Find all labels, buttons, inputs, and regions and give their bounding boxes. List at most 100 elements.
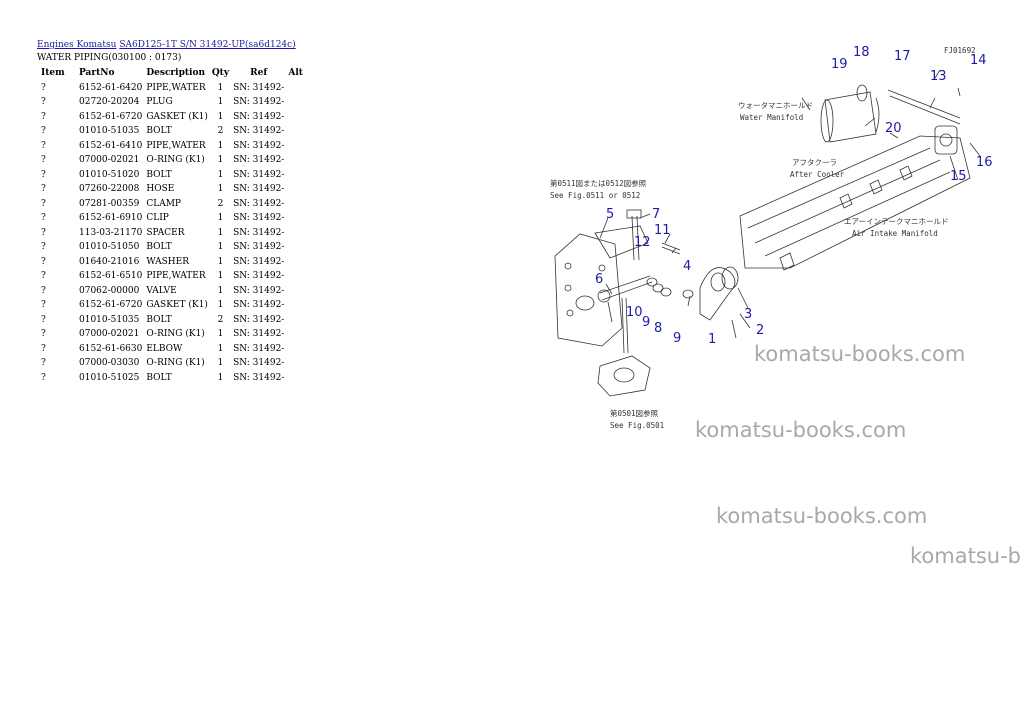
cell-ref: SN: 31492- bbox=[233, 169, 285, 180]
cell-alt bbox=[286, 211, 310, 226]
cell-description: GASKET (K1) bbox=[146, 111, 208, 122]
cell-qty: 1 bbox=[217, 111, 224, 122]
cell-item: ? bbox=[41, 97, 46, 107]
callout-number: 2 bbox=[756, 323, 764, 338]
col-partno: PartNo bbox=[79, 68, 115, 78]
watermark-1: komatsu-books.com bbox=[754, 342, 966, 366]
callout-number: 11 bbox=[654, 223, 671, 238]
cell-item: ? bbox=[41, 82, 46, 93]
table-row: ? 07260-22008 HOSE 1 SN: 31492- bbox=[37, 182, 310, 197]
parts-diagram: FJ01692 ウォータマニホールド Water Manifold アフタクーラ… bbox=[540, 38, 993, 430]
cell-description: GASKET (K1) bbox=[146, 300, 208, 310]
cell-ref: SN: 31492- bbox=[233, 82, 285, 93]
table-row: ? 07281-00359 CLAMP 2 SN: 31492- bbox=[37, 197, 310, 212]
cell-description: PIPE,WATER bbox=[146, 140, 206, 151]
cell-partno: 07000-03030 bbox=[79, 358, 140, 368]
cell-alt bbox=[286, 153, 310, 168]
table-row: ? 6152-61-6420 PIPE,WATER 1 SN: 31492- bbox=[37, 81, 310, 96]
table-row: ? 01640-21016 WASHER 1 SN: 31492- bbox=[37, 255, 310, 270]
cell-qty: 1 bbox=[217, 300, 224, 310]
cell-qty: 1 bbox=[217, 358, 224, 368]
callout-number: 15 bbox=[950, 169, 967, 184]
cell-item: ? bbox=[41, 227, 46, 238]
table-row: ? 6152-61-6410 PIPE,WATER 1 SN: 31492- bbox=[37, 139, 310, 154]
cell-ref: SN: 31492- bbox=[233, 256, 285, 267]
cell-ref: SN: 31492- bbox=[233, 242, 285, 252]
cell-qty: 1 bbox=[217, 169, 224, 180]
cell-qty: 1 bbox=[217, 97, 224, 107]
cell-description: O-RING (K1) bbox=[146, 329, 205, 339]
cell-alt bbox=[286, 182, 310, 197]
cell-partno: 6152-61-6720 bbox=[79, 300, 143, 310]
cell-qty: 1 bbox=[217, 256, 224, 267]
breadcrumb-link-model[interactable]: SA6D125-1T S/N 31492-UP(sa6d124c) bbox=[119, 40, 295, 50]
cell-qty: 1 bbox=[217, 82, 224, 93]
cell-partno: 01010-51020 bbox=[79, 169, 140, 180]
cell-description: O-RING (K1) bbox=[146, 358, 205, 368]
cell-qty: 1 bbox=[217, 271, 224, 281]
cell-alt bbox=[286, 95, 310, 110]
table-row: ? 01010-51020 BOLT 1 SN: 31492- bbox=[37, 168, 310, 183]
col-alt: Alt bbox=[288, 68, 303, 78]
cell-partno: 6152-61-6510 bbox=[79, 271, 143, 281]
callout-number: 19 bbox=[831, 57, 848, 72]
cell-item: ? bbox=[41, 111, 46, 122]
cell-item: ? bbox=[41, 140, 46, 151]
cell-partno: 02720-20204 bbox=[79, 97, 140, 107]
cell-description: SPACER bbox=[146, 227, 185, 238]
label-after-cooler: After Cooler bbox=[790, 170, 845, 179]
parts-table-body: ? 6152-61-6420 PIPE,WATER 1 SN: 31492-? 02720… bbox=[37, 81, 310, 386]
cell-partno: 01010-51035 bbox=[79, 314, 140, 325]
callout-number: 18 bbox=[853, 45, 870, 60]
callout-number: 10 bbox=[626, 305, 643, 320]
diagram-labels: FJ01692 ウォータマニホールド Water Manifold アフタクーラ… bbox=[550, 46, 976, 430]
table-row: ? 6152-61-6630 ELBOW 1 SN: 31492- bbox=[37, 342, 310, 357]
cell-partno: 07000-02021 bbox=[79, 329, 140, 339]
cell-alt bbox=[286, 342, 310, 357]
table-row: ? 01010-51035 BOLT 2 SN: 31492- bbox=[37, 313, 310, 328]
cell-qty: 1 bbox=[217, 140, 224, 151]
cell-item: ? bbox=[41, 155, 46, 165]
label-fig-ref-top: See Fig.0511 or 0512 bbox=[550, 191, 640, 200]
breadcrumb-link-engines[interactable]: Engines Komatsu bbox=[37, 40, 116, 50]
cell-description: PLUG bbox=[146, 97, 173, 107]
cell-qty: 1 bbox=[217, 155, 224, 165]
cell-item: ? bbox=[41, 256, 46, 267]
cell-description: WASHER bbox=[146, 256, 190, 267]
cell-alt bbox=[286, 298, 310, 313]
callout-number: 17 bbox=[894, 49, 911, 64]
table-row: ? 01010-51025 BOLT 1 SN: 31492- bbox=[37, 371, 310, 386]
cell-ref: SN: 31492- bbox=[233, 155, 285, 165]
cell-item: ? bbox=[41, 372, 46, 383]
cell-partno: 07000-02021 bbox=[79, 155, 140, 165]
page-subtitle: WATER PIPING(030100 : 0173) bbox=[37, 53, 182, 63]
cell-item: ? bbox=[41, 242, 46, 252]
cell-partno: 6152-61-6910 bbox=[79, 213, 143, 223]
cell-description: PIPE,WATER bbox=[146, 82, 206, 93]
cell-ref: SN: 31492- bbox=[233, 126, 285, 136]
cell-description: PIPE,WATER bbox=[146, 271, 206, 281]
callout-number: 21 bbox=[540, 38, 557, 42]
cell-partno: 07062-00000 bbox=[79, 285, 140, 296]
cell-ref: SN: 31492- bbox=[233, 184, 285, 194]
cell-ref: SN: 31492- bbox=[233, 97, 285, 107]
cell-ref: SN: 31492- bbox=[233, 271, 285, 281]
callout-number: 6 bbox=[595, 272, 603, 287]
cell-partno: 6152-61-6420 bbox=[79, 82, 143, 93]
cell-ref: SN: 31492- bbox=[233, 314, 285, 325]
label-water-manifold: Water Manifold bbox=[740, 113, 803, 122]
table-row: ? 02720-20204 PLUG 1 SN: 31492- bbox=[37, 95, 310, 110]
callout-number: 1 bbox=[708, 332, 716, 347]
callout-number: 20 bbox=[885, 121, 902, 136]
cell-alt bbox=[286, 226, 310, 241]
cell-qty: 1 bbox=[217, 285, 224, 296]
cell-description: BOLT bbox=[146, 126, 172, 136]
cell-item: ? bbox=[41, 343, 46, 354]
cell-partno: 01640-21016 bbox=[79, 256, 140, 267]
col-ref: Ref bbox=[250, 68, 268, 78]
cell-item: ? bbox=[41, 213, 46, 223]
cell-qty: 1 bbox=[217, 343, 224, 354]
cell-qty: 2 bbox=[217, 314, 224, 325]
table-row: ? 6152-61-6720 GASKET (K1) 1 SN: 31492- bbox=[37, 298, 310, 313]
cell-alt bbox=[286, 327, 310, 342]
